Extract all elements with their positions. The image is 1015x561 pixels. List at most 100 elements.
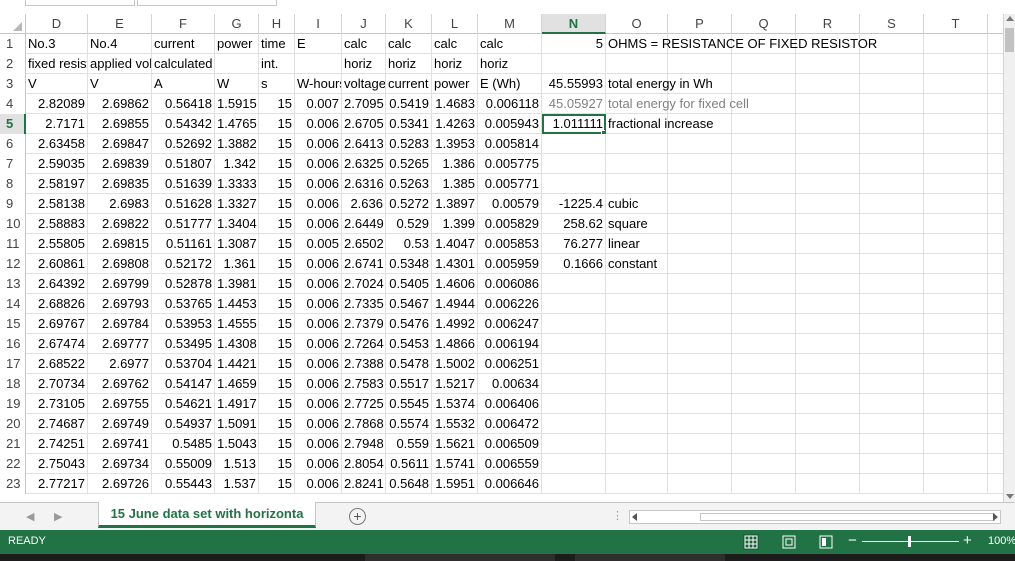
grid-cell[interactable]	[924, 274, 988, 294]
cell[interactable]: 1.4944	[432, 294, 478, 314]
grid-cell[interactable]	[796, 454, 860, 474]
cell[interactable]: 0.56418	[152, 94, 215, 114]
cell[interactable]: 0.53	[386, 234, 432, 254]
cell[interactable]: 1.3981	[215, 274, 259, 294]
cell[interactable]: calc	[386, 34, 432, 54]
grid-cell[interactable]	[668, 154, 732, 174]
cell[interactable]: 2.636	[342, 194, 386, 214]
cell[interactable]: s	[259, 74, 295, 94]
cell[interactable]: 0.5348	[386, 254, 432, 274]
grid-cell[interactable]	[924, 474, 988, 494]
grid-cell[interactable]	[668, 434, 732, 454]
column-header-g[interactable]: G	[215, 14, 259, 34]
cell[interactable]: 2.59035	[26, 154, 88, 174]
cell[interactable]: current	[386, 74, 432, 94]
column-header-e[interactable]: E	[88, 14, 152, 34]
cell[interactable]: 1.4992	[432, 314, 478, 334]
grid-cell[interactable]	[924, 414, 988, 434]
row-header[interactable]: 12	[0, 254, 26, 274]
grid-cell[interactable]	[668, 394, 732, 414]
grid-cell[interactable]	[860, 234, 924, 254]
grid-cell[interactable]	[542, 394, 606, 414]
cell[interactable]: 15	[259, 174, 295, 194]
cell[interactable]: 0.5485	[152, 434, 215, 454]
grid-cell[interactable]	[924, 54, 988, 74]
cell[interactable]: 0.006	[295, 334, 342, 354]
cell[interactable]: 2.7725	[342, 394, 386, 414]
horizontal-scrollbar[interactable]	[629, 510, 1001, 524]
grid-cell[interactable]	[606, 314, 668, 334]
cell[interactable]: 1.513	[215, 454, 259, 474]
grid-cell[interactable]	[796, 334, 860, 354]
cell[interactable]: 0.5419	[386, 94, 432, 114]
grid-cell[interactable]	[860, 194, 924, 214]
cell[interactable]: 258.62	[542, 214, 606, 234]
scroll-right-icon[interactable]	[993, 513, 998, 521]
cell[interactable]: 2.6741	[342, 254, 386, 274]
cell[interactable]: 0.5611	[386, 454, 432, 474]
cell[interactable]: 0.00634	[478, 374, 542, 394]
row-header[interactable]: 6	[0, 134, 26, 154]
next-sheet-icon[interactable]: ▶	[54, 510, 62, 523]
row-header[interactable]: 20	[0, 414, 26, 434]
cell[interactable]: 1.5043	[215, 434, 259, 454]
grid-cell[interactable]	[606, 134, 668, 154]
cell[interactable]: 2.6502	[342, 234, 386, 254]
cell[interactable]: 2.69855	[88, 114, 152, 134]
cell[interactable]: 2.68826	[26, 294, 88, 314]
grid-cell[interactable]	[860, 374, 924, 394]
cell[interactable]: 0.5648	[386, 474, 432, 494]
cell[interactable]: 1.537	[215, 474, 259, 494]
cell[interactable]: 15	[259, 134, 295, 154]
cell[interactable]: 0.006	[295, 414, 342, 434]
cell[interactable]: 2.69799	[88, 274, 152, 294]
grid-cell[interactable]	[668, 214, 732, 234]
grid-cell[interactable]	[860, 114, 924, 134]
cell[interactable]: 2.74251	[26, 434, 88, 454]
grid-cell[interactable]	[924, 134, 988, 154]
select-all-corner[interactable]	[0, 14, 26, 34]
grid-cell[interactable]	[732, 374, 796, 394]
grid-cell[interactable]	[542, 434, 606, 454]
grid-cell[interactable]	[215, 54, 259, 74]
cell[interactable]: constant	[606, 254, 668, 274]
cell[interactable]: 2.58197	[26, 174, 88, 194]
grid-cell[interactable]	[606, 354, 668, 374]
cell[interactable]: 0.54342	[152, 114, 215, 134]
cell[interactable]: 0.005	[295, 234, 342, 254]
grid-cell[interactable]	[668, 174, 732, 194]
cell[interactable]: fixed resistor	[26, 54, 88, 74]
grid-cell[interactable]	[924, 154, 988, 174]
cell[interactable]: 2.69808	[88, 254, 152, 274]
cell[interactable]: 0.005853	[478, 234, 542, 254]
cell[interactable]: 2.8054	[342, 454, 386, 474]
cell[interactable]: 2.6983	[88, 194, 152, 214]
cell[interactable]: 0.005943	[478, 114, 542, 134]
page-break-view-icon[interactable]	[818, 534, 834, 550]
cell[interactable]: 2.69835	[88, 174, 152, 194]
column-header-h[interactable]: H	[259, 14, 295, 34]
row-header[interactable]: 21	[0, 434, 26, 454]
grid-cell[interactable]	[860, 414, 924, 434]
zoom-out-button[interactable]: −	[848, 532, 857, 549]
grid-cell[interactable]	[796, 94, 860, 114]
cell[interactable]: 15	[259, 434, 295, 454]
cell[interactable]: 0.006	[295, 214, 342, 234]
row-header[interactable]: 7	[0, 154, 26, 174]
cell[interactable]: 1.5217	[432, 374, 478, 394]
cell[interactable]: 1.4263	[432, 114, 478, 134]
cell[interactable]: 2.69862	[88, 94, 152, 114]
row-header[interactable]: 17	[0, 354, 26, 374]
cell[interactable]: 1.4301	[432, 254, 478, 274]
grid-cell[interactable]	[542, 414, 606, 434]
row-header[interactable]: 18	[0, 374, 26, 394]
row-header[interactable]: 4	[0, 94, 26, 114]
grid-cell[interactable]	[796, 294, 860, 314]
grid-cell[interactable]	[860, 454, 924, 474]
column-header-i[interactable]: I	[295, 14, 342, 34]
cell[interactable]: 15	[259, 114, 295, 134]
cell[interactable]: power	[215, 34, 259, 54]
cell[interactable]: 1.4917	[215, 394, 259, 414]
cell[interactable]: voltage	[342, 74, 386, 94]
cell[interactable]: 45.55993	[542, 74, 606, 94]
